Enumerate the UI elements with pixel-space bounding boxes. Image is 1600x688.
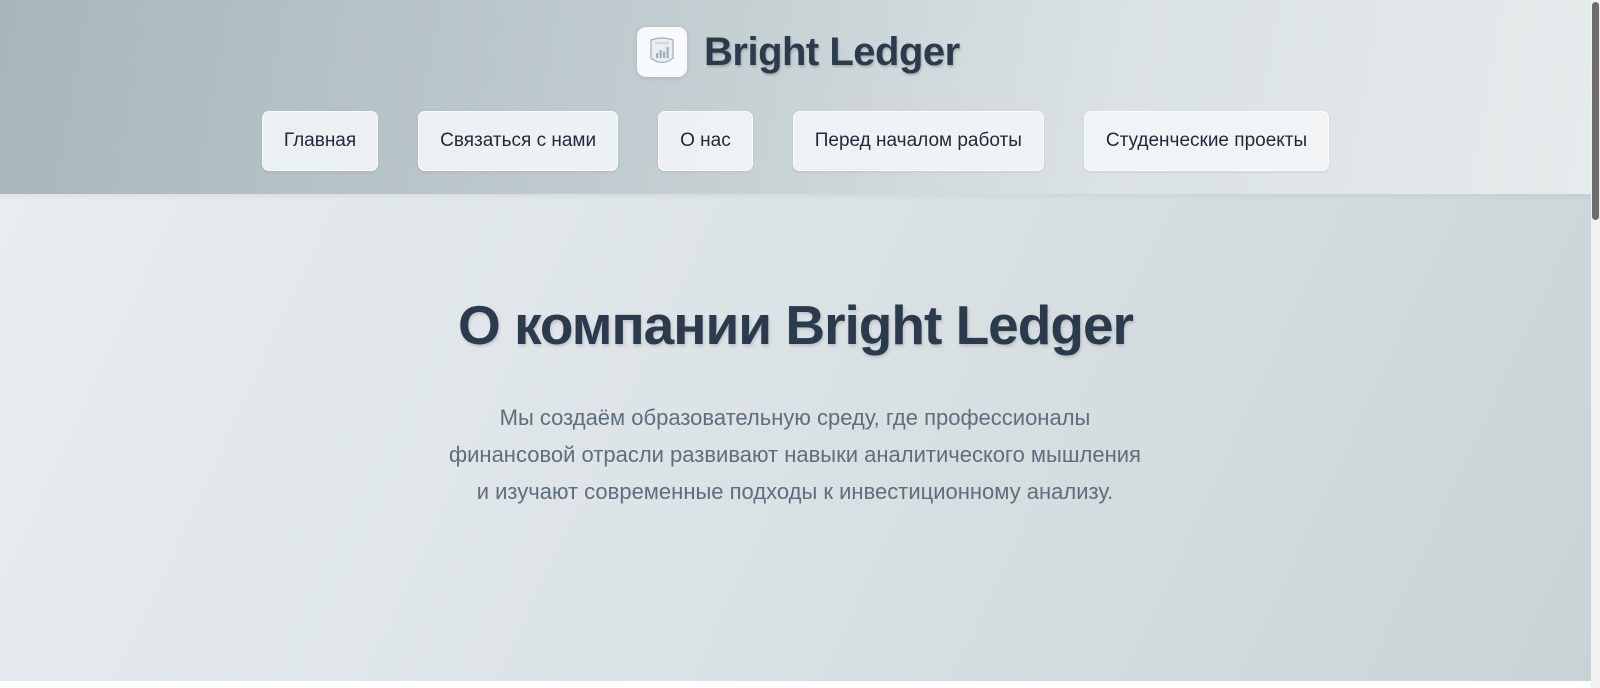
main-nav: Главная Связаться с нами О нас Перед нач…	[0, 111, 1591, 171]
hero-description: Мы создаём образовательную среду, где пр…	[449, 405, 1141, 504]
scrollbar-thumb[interactable]	[1592, 2, 1599, 220]
nav-contact-button[interactable]: Связаться с нами	[418, 111, 619, 171]
logo-graphic	[650, 37, 674, 64]
brand[interactable]: Bright Ledger	[637, 27, 960, 77]
page-viewport: Bright Ledger Главная Связаться с нами О…	[0, 0, 1600, 688]
nav-about-button[interactable]: О нас	[658, 111, 753, 171]
brand-name[interactable]: Bright Ledger	[704, 30, 960, 75]
hero-title: О компании Bright Ledger	[458, 294, 1134, 356]
site-header: Bright Ledger Главная Связаться с нами О…	[0, 0, 1591, 194]
hero-section: О компании Bright Ledger Мы создаём обра…	[0, 194, 1591, 681]
nav-student-projects-button[interactable]: Студенческие проекты	[1083, 111, 1330, 171]
nav-home-button[interactable]: Главная	[261, 111, 379, 171]
nav-getting-started-button[interactable]: Перед началом работы	[792, 111, 1044, 171]
ledger-chart-icon[interactable]	[637, 27, 687, 77]
